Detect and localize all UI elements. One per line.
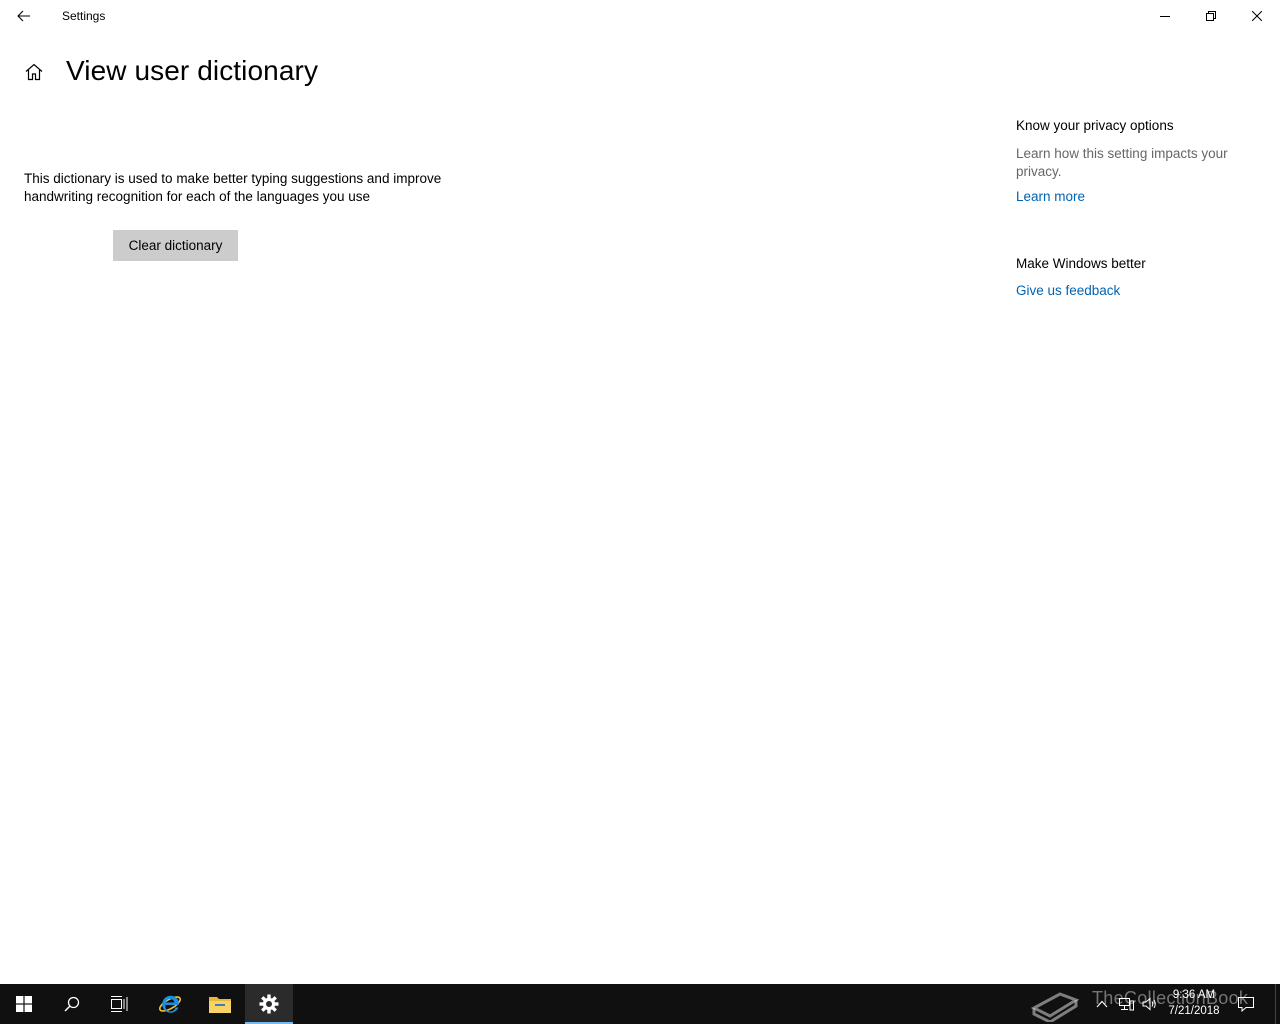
feedback-heading: Make Windows better	[1016, 256, 1146, 271]
task-view-icon	[111, 996, 128, 1012]
close-button[interactable]	[1234, 0, 1280, 32]
privacy-heading: Know your privacy options	[1016, 118, 1174, 133]
start-button[interactable]	[0, 984, 48, 1024]
give-feedback-link[interactable]: Give us feedback	[1016, 283, 1120, 298]
chevron-up-icon	[1096, 1000, 1108, 1008]
back-button[interactable]	[0, 0, 48, 32]
file-explorer-icon	[209, 997, 231, 1013]
search-icon	[64, 996, 80, 1012]
settings-gear-icon	[259, 994, 279, 1014]
back-arrow-icon	[17, 10, 30, 22]
title-bar: Settings	[0, 0, 1280, 32]
privacy-description: Learn how this setting impacts your priv…	[1016, 146, 1228, 179]
window-title: Settings	[62, 9, 106, 23]
task-view-button[interactable]	[96, 984, 144, 1024]
page-title: View user dictionary	[66, 55, 319, 86]
network-icon	[1119, 998, 1134, 1011]
settings-taskbar-button[interactable]	[245, 984, 293, 1024]
show-desktop-button[interactable]	[1275, 984, 1280, 1024]
file-explorer-button[interactable]	[196, 984, 244, 1024]
internet-explorer-icon	[158, 995, 182, 1013]
minimize-icon	[1160, 16, 1170, 17]
restore-icon	[1206, 11, 1216, 21]
clock-date: 7/21/2018	[1168, 1005, 1220, 1017]
start-icon	[16, 996, 32, 1012]
home-button[interactable]	[20, 58, 48, 86]
network-button[interactable]	[1118, 996, 1134, 1012]
internet-explorer-button[interactable]	[146, 984, 194, 1024]
taskbar: TheCollectionBook 9:36 AM 7/21/2018	[0, 984, 1280, 1024]
show-hidden-icons-button[interactable]	[1094, 996, 1110, 1012]
watermark-book-icon	[1030, 992, 1080, 1022]
volume-button[interactable]	[1142, 996, 1158, 1012]
clear-dictionary-button[interactable]: Clear dictionary	[113, 230, 238, 261]
search-button[interactable]	[48, 984, 96, 1024]
minimize-button[interactable]	[1142, 0, 1188, 32]
learn-more-link[interactable]: Learn more	[1016, 189, 1085, 204]
dictionary-description: This dictionary is used to make better t…	[24, 171, 442, 204]
volume-icon	[1142, 997, 1156, 1011]
action-center-button[interactable]	[1238, 996, 1254, 1012]
close-icon	[1252, 11, 1262, 21]
action-center-icon	[1238, 997, 1254, 1012]
restore-button[interactable]	[1188, 0, 1234, 32]
clock-time: 9:36 AM	[1172, 989, 1216, 1001]
clock[interactable]: 9:36 AM 7/21/2018	[1162, 987, 1226, 1019]
home-icon	[25, 63, 43, 81]
